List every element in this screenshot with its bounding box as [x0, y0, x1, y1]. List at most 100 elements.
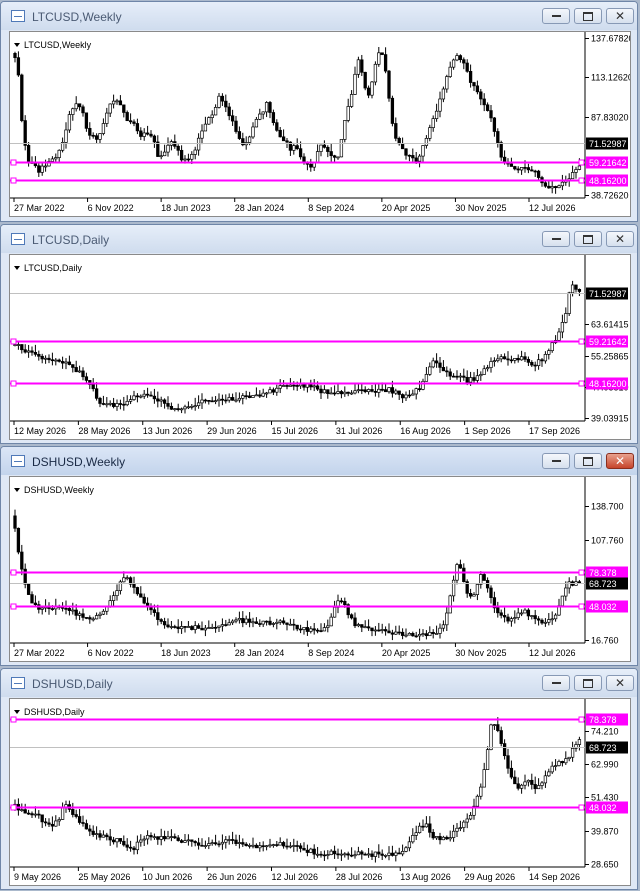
maximize-button[interactable] [574, 8, 602, 24]
level-anchor [10, 338, 17, 345]
candle [23, 803, 27, 814]
title-bar[interactable]: DSHUSD,Daily ✕ [1, 669, 637, 697]
close-button[interactable]: ✕ [606, 453, 634, 469]
candle [156, 836, 160, 845]
candle [213, 834, 218, 846]
candle [349, 90, 354, 108]
candle [115, 584, 119, 601]
candle [305, 620, 310, 636]
candle [220, 618, 225, 632]
candle [455, 370, 459, 380]
candle [383, 626, 388, 636]
time-tick-label: 15 Jul 2026 [272, 426, 319, 436]
candle [468, 64, 473, 88]
candle [251, 837, 255, 849]
candle [468, 588, 473, 599]
candle [339, 849, 344, 861]
candle [533, 609, 537, 625]
chart-window-icon [11, 677, 25, 689]
candle [377, 46, 381, 67]
chart-window-ltcusd-weekly[interactable]: LTCUSD,Weekly ✕ 137.67820 113.12620 87.830… [0, 1, 638, 222]
candle [400, 628, 405, 640]
minimize-button[interactable] [542, 453, 570, 469]
candle [332, 385, 337, 396]
candle [397, 390, 401, 400]
candle [332, 154, 337, 162]
candle [271, 843, 276, 848]
title-bar[interactable]: LTCUSD,Weekly ✕ [1, 2, 637, 30]
candle [373, 626, 378, 636]
candle [482, 93, 486, 112]
chart-window-ltcusd-daily[interactable]: LTCUSD,Daily ✕ 63.6141555.2586547.058103… [0, 224, 638, 444]
minimize-button[interactable] [542, 675, 570, 691]
candle [536, 616, 541, 626]
candle [346, 98, 350, 123]
current-price-label: 68.723 [589, 579, 617, 589]
price-chart[interactable]: 74.210 62.990 51.430 39.870 28.650 9 May 2026… [9, 698, 631, 886]
price-chart[interactable]: 138.700 107.760 16.760 27 Mar 2022 6 Nov 202… [9, 476, 631, 662]
maximize-button[interactable] [574, 231, 602, 247]
maximize-button[interactable] [574, 453, 602, 469]
candle [577, 288, 582, 297]
candle [173, 624, 177, 629]
candle [519, 167, 524, 175]
candle [506, 351, 510, 366]
minimize-button[interactable] [542, 8, 570, 24]
candle [312, 161, 316, 171]
candle [431, 357, 435, 369]
candle [81, 104, 85, 117]
candle [268, 616, 272, 626]
candle [278, 619, 282, 625]
time-tick-label: 29 Aug 2026 [465, 872, 516, 882]
time-tick-label: 13 Aug 2026 [400, 872, 451, 882]
minimize-button[interactable] [542, 231, 570, 247]
level-anchor [10, 716, 17, 723]
candle [40, 162, 44, 176]
candle [543, 618, 548, 627]
chart-window-dshusd-daily[interactable]: DSHUSD,Daily ✕ 74.210 62.990 51.430 39.870 2… [0, 668, 638, 890]
price-chart[interactable]: 137.67820 113.12620 87.83020 38.72620 27 Mar… [9, 31, 631, 217]
current-price-label: 68.723 [589, 743, 617, 753]
candle [472, 81, 476, 91]
candle [547, 768, 551, 777]
candle [47, 818, 51, 827]
chart-window-dshusd-weekly[interactable]: DSHUSD,Weekly ✕ 138.700 107.760 16.760 27 M… [0, 446, 638, 666]
candle [94, 382, 99, 401]
candle [441, 360, 446, 372]
price-chart[interactable]: 63.6141555.2586547.0581039.0391512 May 2… [9, 254, 631, 440]
title-bar[interactable]: DSHUSD,Weekly ✕ [1, 447, 637, 475]
title-bar[interactable]: LTCUSD,Daily ✕ [1, 225, 637, 253]
chart-symbol-label: DSHUSD,Daily [24, 707, 85, 717]
current-price-label: 71.52987 [589, 289, 627, 299]
close-button[interactable]: ✕ [606, 8, 634, 24]
candle [40, 606, 44, 615]
candle [207, 837, 211, 850]
close-button[interactable]: ✕ [606, 675, 634, 691]
candle [111, 94, 116, 109]
level-anchor [578, 716, 585, 723]
candle [411, 631, 415, 637]
close-button[interactable]: ✕ [606, 231, 634, 247]
candle [353, 66, 357, 96]
level-price-label: 78.378 [589, 568, 617, 578]
level-anchor [578, 380, 585, 387]
candle [434, 353, 439, 368]
time-tick-label: 6 Nov 2022 [88, 203, 134, 213]
candle [302, 842, 306, 851]
candle [84, 112, 89, 132]
candle [91, 616, 95, 622]
candle [390, 629, 395, 641]
candle [448, 830, 452, 842]
candle [268, 100, 272, 119]
candle [475, 584, 480, 601]
candle [186, 834, 191, 846]
candle [431, 829, 435, 840]
price-tick-label: 55.25865 [591, 352, 629, 362]
maximize-button[interactable] [574, 675, 602, 691]
candle [557, 759, 561, 767]
price-tick-label: 74.210 [591, 727, 619, 737]
candle [516, 607, 520, 621]
candle [258, 619, 262, 627]
candle [451, 824, 456, 842]
candle [203, 624, 208, 637]
